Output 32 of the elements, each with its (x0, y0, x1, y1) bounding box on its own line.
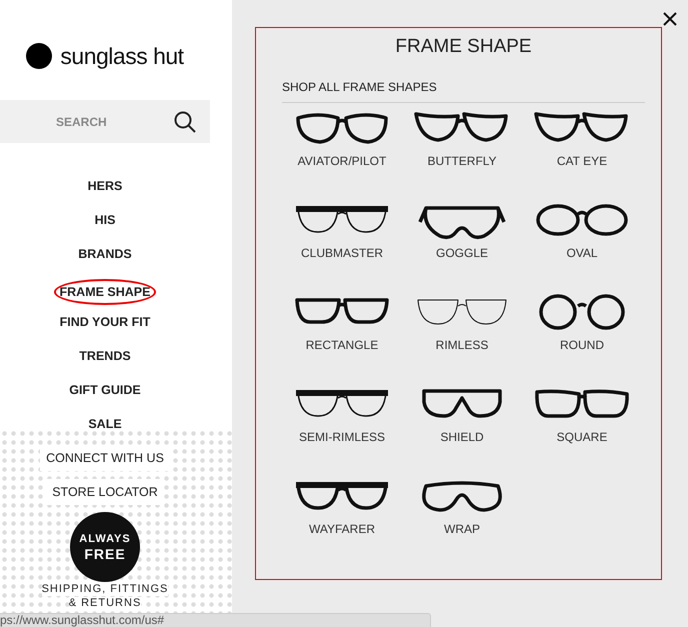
promo-caption: & RETURNS (68, 597, 142, 610)
search-field[interactable]: SEARCH (54, 114, 158, 130)
shape-link[interactable]: RIMLESS (436, 338, 488, 352)
nav-link[interactable]: BRANDS (72, 241, 138, 267)
nav-link[interactable]: FIND YOUR FIT (54, 309, 156, 335)
nav-link[interactable]: GIFT GUIDE (63, 377, 147, 403)
nav-link[interactable]: SALE (82, 411, 128, 437)
logo-icon (26, 43, 52, 69)
shape-link[interactable]: CLUBMASTER (300, 246, 383, 260)
shape-link[interactable]: SEMI-RIMLESS (298, 430, 385, 444)
nav-link[interactable]: FRAME SHAPE (54, 279, 156, 305)
shop-all-link[interactable]: SHOP ALL FRAME SHAPES (282, 80, 645, 103)
promo-caption: SHIPPING, FITTINGS (42, 583, 168, 596)
shape-link[interactable]: BUTTERFLY (427, 154, 497, 168)
shape-link[interactable]: WRAP (444, 522, 480, 536)
nav-link[interactable]: HERS (82, 173, 128, 199)
panel-title: FRAME SHAPE (394, 36, 533, 58)
shape-link[interactable]: CAT EYE (556, 154, 608, 168)
shape-link[interactable]: ROUND (560, 338, 604, 352)
shape-link[interactable]: SHIELD (440, 430, 484, 444)
nav-link[interactable]: HIS (88, 207, 122, 233)
search-icon[interactable] (174, 110, 196, 132)
shape-link[interactable]: AVIATOR/PILOT (298, 154, 386, 168)
status-bar: ps://www.sunglasshut.com/us# (0, 613, 431, 627)
nav-link[interactable]: TRENDS (73, 343, 137, 369)
shape-link[interactable]: GOGGLE (436, 246, 488, 260)
shape-link[interactable]: WAYFARER (308, 522, 375, 536)
logo-text[interactable]: sunglass hut (60, 42, 184, 70)
shape-link[interactable]: OVAL (566, 246, 598, 260)
shape-link[interactable]: RECTANGLE (306, 338, 378, 352)
shape-link[interactable]: SQUARE (556, 430, 608, 444)
free-badge: ALWAYS FREE (70, 512, 140, 582)
